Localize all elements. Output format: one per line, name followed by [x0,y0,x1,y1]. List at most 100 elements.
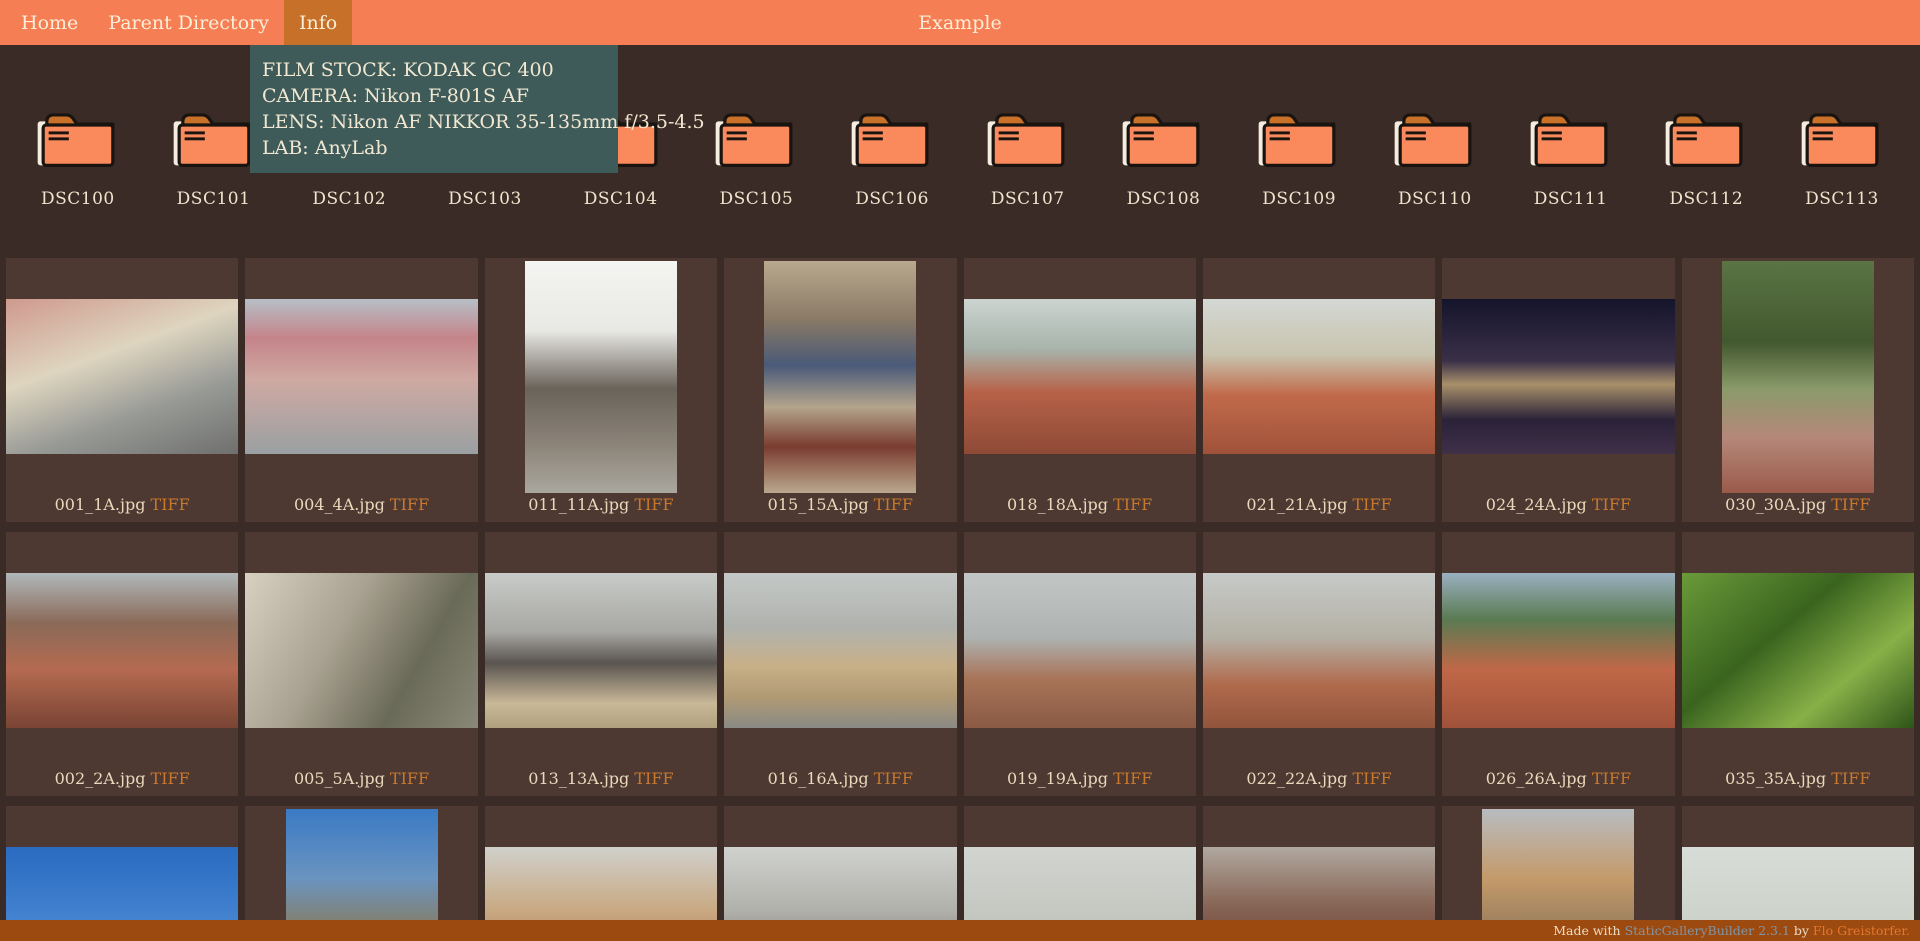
photo-filename[interactable]: 001_1A.jpg [55,495,146,514]
photo-thumbnail[interactable] [1202,573,1436,728]
photo-caption: 011_11A.jpg TIFF [485,495,717,514]
folder-label: DSC109 [1262,189,1337,209]
tiff-link[interactable]: TIFF [1353,495,1392,514]
photo-filename[interactable]: 015_15A.jpg [768,495,869,514]
tiff-link[interactable]: TIFF [1831,495,1870,514]
static-gallery-builder-link[interactable]: StaticGalleryBuilder 2.3.1 [1625,923,1790,938]
nav-item-info[interactable]: Info [283,0,353,45]
folder-item-dsc107[interactable]: DSC107 [968,103,1088,209]
photo-caption: 013_13A.jpg TIFF [485,769,717,788]
folder-label: DSC101 [176,189,251,209]
thumbnail-area [1202,532,1436,769]
photo-caption: 002_2A.jpg TIFF [6,769,238,788]
folder-item-dsc108[interactable]: DSC108 [1103,103,1223,209]
photo-filename[interactable]: 004_4A.jpg [294,495,385,514]
thumbnail-area [1202,258,1436,495]
folder-item-dsc110[interactable]: DSC110 [1375,103,1495,209]
gallery-cell: 002_2A.jpg TIFF [6,532,239,796]
photo-thumbnail[interactable] [6,299,239,454]
thumbnail-area [6,532,239,769]
photo-filename[interactable]: 035_35A.jpg [1725,769,1826,788]
photo-filename[interactable]: 024_24A.jpg [1486,495,1587,514]
folder-icon [1801,113,1879,167]
photo-thumbnail[interactable] [245,299,478,454]
folder-icon [716,113,793,167]
photo-thumbnail[interactable] [963,573,1196,728]
tiff-link[interactable]: TIFF [874,495,913,514]
gallery-cell: 011_11A.jpg TIFF [484,258,718,522]
nav-item-home[interactable]: Home [6,0,93,45]
photo-thumbnail[interactable] [1442,573,1675,728]
photo-thumbnail[interactable] [1681,573,1914,728]
photo-filename[interactable]: 018_18A.jpg [1007,495,1108,514]
photo-filename[interactable]: 022_22A.jpg [1246,769,1347,788]
tiff-link[interactable]: TIFF [390,769,429,788]
photo-thumbnail[interactable] [1442,299,1675,454]
tiff-link[interactable]: TIFF [1113,769,1152,788]
tiff-link[interactable]: TIFF [1592,769,1631,788]
folder-label: DSC108 [1126,189,1201,209]
photo-filename[interactable]: 026_26A.jpg [1486,769,1587,788]
thumbnail-grid: 001_1A.jpg TIFF 004_4A.jpg TIFF 011_11A.… [0,258,1920,941]
photo-thumbnail[interactable] [245,573,478,728]
photo-thumbnail[interactable] [524,260,677,493]
folder-item-dsc109[interactable]: DSC109 [1239,103,1359,209]
gallery-cell: 026_26A.jpg TIFF [1442,532,1675,796]
folder-icon [173,113,250,167]
nav-item-example[interactable]: Example [918,0,1001,45]
photo-thumbnail[interactable] [963,299,1196,454]
photo-caption: 022_22A.jpg TIFF [1203,769,1435,788]
folder-label: DSC111 [1533,189,1608,209]
footer-bar: Made with StaticGalleryBuilder 2.3.1 by … [0,920,1920,941]
tiff-link[interactable]: TIFF [390,495,429,514]
folder-label: DSC112 [1669,189,1744,209]
thumbnail-area [6,258,239,495]
info-panel-line: LAB: AnyLab [262,137,388,159]
tiff-link[interactable]: TIFF [1831,769,1870,788]
tiff-link[interactable]: TIFF [1113,495,1152,514]
gallery-cell: 030_30A.jpg TIFF [1681,258,1914,522]
info-panel-line: CAMERA: Nikon F-801S AF [262,85,529,107]
folder-item-dsc111[interactable]: DSC111 [1511,103,1631,209]
photo-thumbnail[interactable] [484,573,718,728]
thumbnail-area [485,258,717,495]
photo-filename[interactable]: 021_21A.jpg [1246,495,1347,514]
photo-filename[interactable]: 016_16A.jpg [768,769,869,788]
tiff-link[interactable]: TIFF [1353,769,1392,788]
photo-filename[interactable]: 019_19A.jpg [1007,769,1108,788]
tiff-link[interactable]: TIFF [874,769,913,788]
tiff-link[interactable]: TIFF [151,769,190,788]
photo-thumbnail[interactable] [1202,299,1436,454]
gallery-cell: 001_1A.jpg TIFF [6,258,239,522]
folder-item-dsc112[interactable]: DSC112 [1646,103,1766,209]
photo-filename[interactable]: 030_30A.jpg [1725,495,1826,514]
gallery-cell: 013_13A.jpg TIFF [484,532,718,796]
photo-thumbnail[interactable] [724,573,957,728]
tiff-link[interactable]: TIFF [634,495,673,514]
photo-caption: 004_4A.jpg TIFF [245,495,477,514]
tiff-link[interactable]: TIFF [1592,495,1631,514]
folder-item-dsc105[interactable]: DSC105 [696,103,816,209]
photo-thumbnail[interactable] [764,260,917,493]
nav-item-parent-directory[interactable]: Parent Directory [93,0,284,45]
author-link[interactable]: Flo Greistorfer. [1813,923,1910,938]
folder-item-dsc100[interactable]: DSC100 [18,103,138,209]
photo-filename[interactable]: 005_5A.jpg [294,769,385,788]
photo-filename[interactable]: 011_11A.jpg [528,495,629,514]
folder-item-dsc113[interactable]: DSC113 [1782,103,1902,209]
folder-icon [987,113,1065,167]
thumbnail-area [724,532,957,769]
tiff-link[interactable]: TIFF [151,495,190,514]
photo-filename[interactable]: 013_13A.jpg [528,769,629,788]
photo-caption: 026_26A.jpg TIFF [1442,769,1674,788]
folder-item-dsc106[interactable]: DSC106 [832,103,952,209]
photo-filename[interactable]: 002_2A.jpg [55,769,146,788]
tiff-link[interactable]: TIFF [634,769,673,788]
info-panel-line: LENS: Nikon AF NIKKOR 35-135mm f/3.5-4.5 [262,111,705,133]
folder-label: DSC102 [312,189,387,209]
photo-thumbnail[interactable] [1721,260,1874,493]
gallery-cell: 015_15A.jpg TIFF [724,258,957,522]
thumbnail-area [963,258,1196,495]
thumbnail-area [1681,532,1914,769]
photo-thumbnail[interactable] [6,573,239,728]
